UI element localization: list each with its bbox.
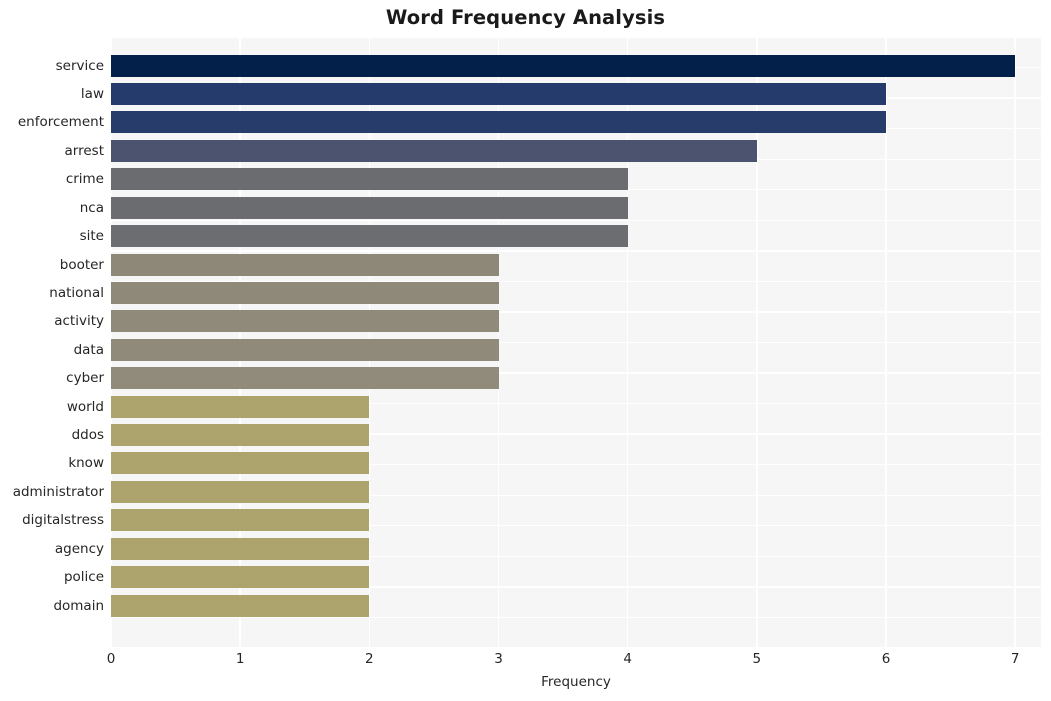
y-tick-label-agency: agency (54, 540, 104, 557)
bar-law (111, 83, 886, 106)
y-tick-label-police: police (63, 569, 104, 586)
y-tick-label-cyber: cyber (66, 370, 104, 387)
x-tick-label-1: 1 (235, 651, 245, 667)
x-axis-label: Frequency (541, 674, 611, 690)
bar-arrest (111, 139, 757, 162)
y-tick-label-arrest: arrest (64, 142, 104, 159)
gridline-horizontal (111, 647, 1041, 648)
bar-site (111, 225, 628, 248)
x-tick-label-4: 4 (623, 651, 632, 667)
gridline-horizontal (111, 250, 1041, 252)
x-tick-label-3: 3 (494, 651, 503, 667)
bar-world (111, 395, 370, 418)
y-axis-tick-labels: service law enforcement arrest crime nca site b… (0, 37, 104, 648)
bar-police (111, 566, 370, 589)
word-frequency-chart: Word Frequency Analysis service law enforc… (0, 0, 1051, 701)
y-tick-label-booter: booter (59, 256, 104, 273)
x-tick-label-0: 0 (106, 651, 116, 667)
bar-cyber (111, 367, 499, 390)
y-tick-label-site: site (79, 228, 104, 245)
bar-administrator (111, 480, 370, 503)
bar-service (111, 54, 1016, 77)
x-tick-label-6: 6 (881, 651, 891, 667)
y-tick-label-national: national (49, 284, 104, 301)
y-tick-label-law: law (80, 86, 104, 103)
gridline-horizontal (111, 616, 1041, 619)
bar-know (111, 452, 370, 475)
bar-national (111, 281, 499, 304)
y-tick-label-service: service (55, 57, 104, 74)
y-tick-label-data: data (73, 341, 104, 358)
x-tick-label-5: 5 (752, 651, 762, 667)
x-axis-tick-labels: 0 1 2 3 4 5 6 7 (107, 651, 1041, 673)
gridline-horizontal (111, 37, 1041, 38)
bar-nca (111, 196, 628, 219)
bar-crime (111, 168, 628, 191)
bar-ddos (111, 424, 370, 447)
y-tick-label-world: world (66, 398, 104, 415)
y-tick-label-activity: activity (54, 313, 104, 330)
y-tick-label-nca: nca (79, 199, 104, 216)
gridline-horizontal (111, 219, 1041, 221)
bar-booter (111, 253, 499, 276)
y-tick-label-ddos: ddos (71, 427, 104, 444)
chart-title: Word Frequency Analysis (385, 6, 666, 29)
y-tick-label-enforcement: enforcement (17, 114, 104, 131)
bar-enforcement (111, 111, 886, 134)
y-tick-label-digitalstress: digitalstress (22, 512, 104, 529)
y-tick-label-administrator: administrator (12, 483, 104, 500)
y-tick-label-know: know (68, 455, 104, 472)
bar-domain (111, 594, 370, 617)
bar-agency (111, 537, 370, 560)
y-tick-label-crime: crime (65, 171, 104, 188)
x-tick-label-7: 7 (1010, 651, 1020, 667)
bar-digitalstress (111, 509, 370, 532)
y-tick-label-domain: domain (53, 597, 104, 614)
bar-activity (111, 310, 499, 333)
x-tick-label-2: 2 (365, 651, 374, 667)
plot-area (111, 37, 1041, 648)
bar-data (111, 338, 499, 361)
